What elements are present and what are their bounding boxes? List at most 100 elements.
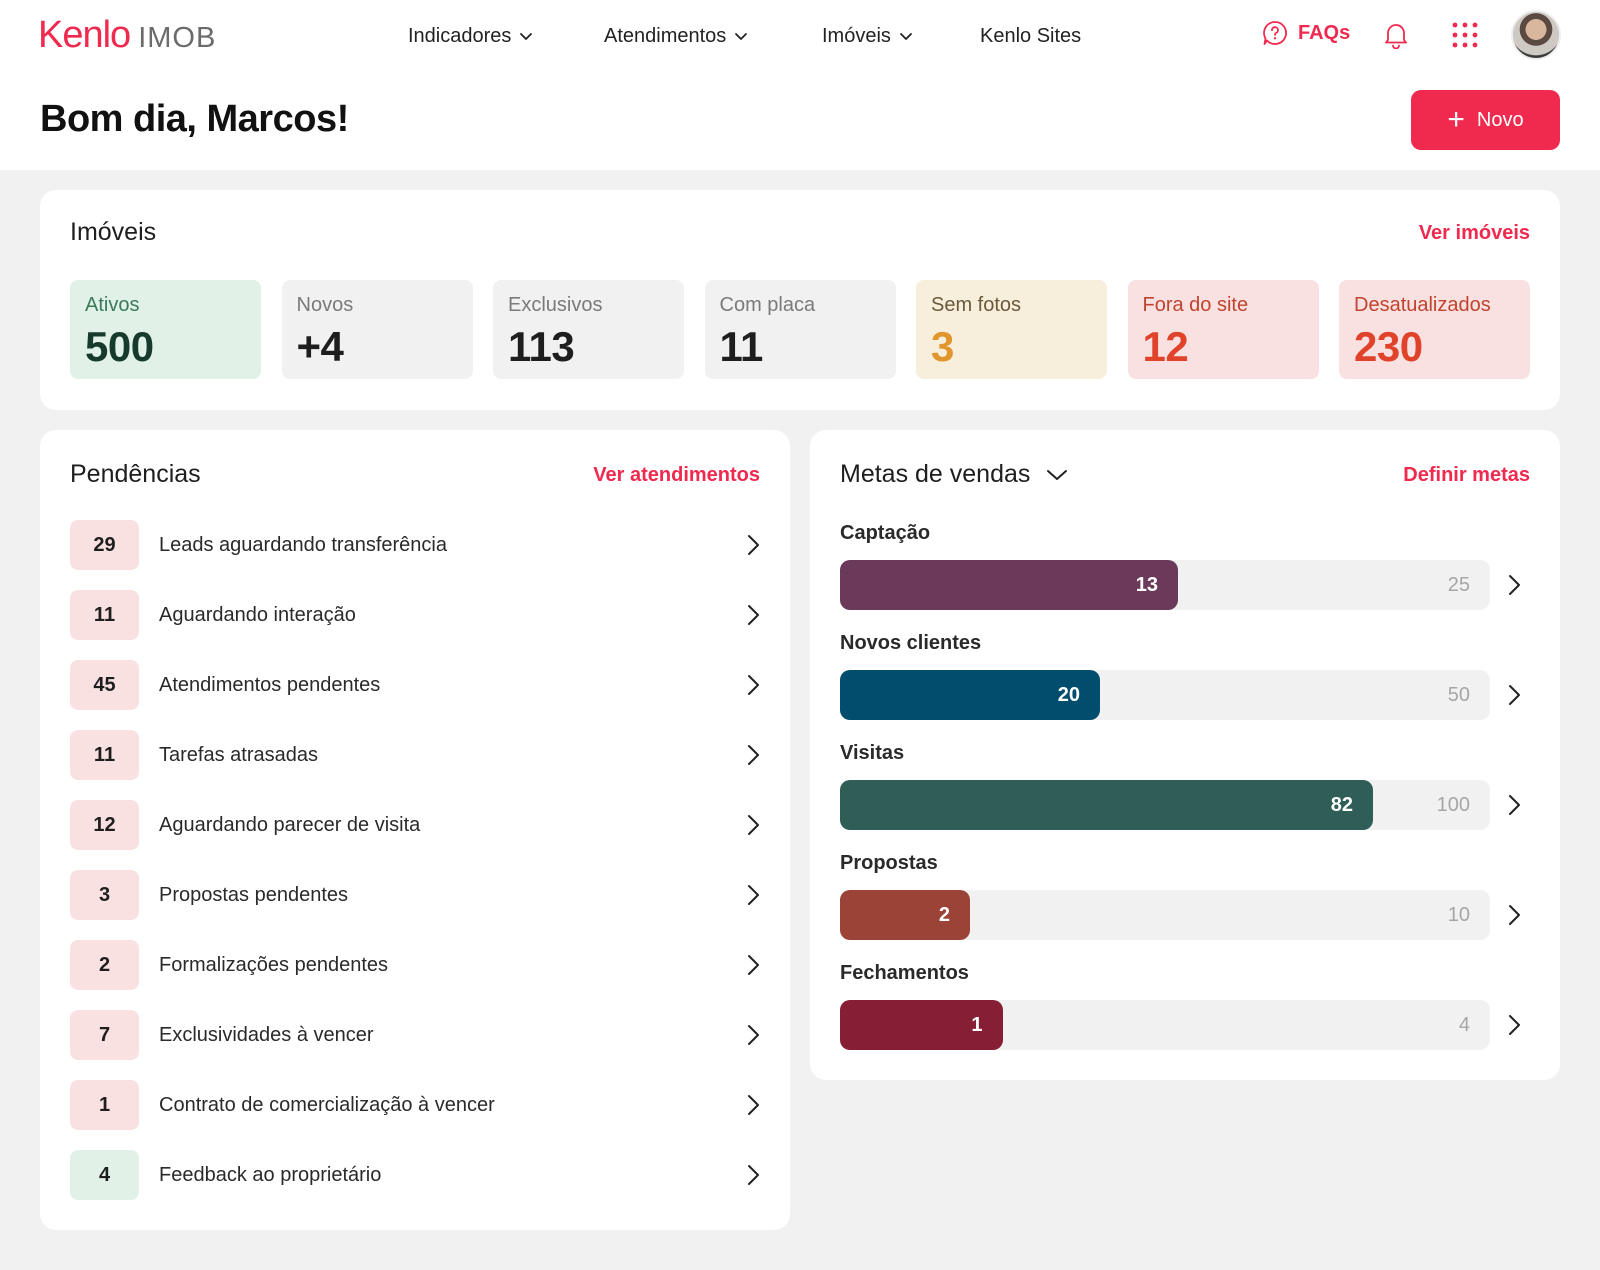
nav-label: Imóveis [822,24,891,47]
meta-target: 25 [1447,573,1470,596]
pendencia-count: 3 [70,870,139,920]
pendencia-label: Formalizações pendentes [159,953,389,976]
metas-title: Metas de vendas [840,460,1031,488]
meta-progress-bar[interactable]: 14 [840,1000,1490,1050]
stat-label: Exclusivos [508,294,603,316]
pendencia-row[interactable]: 4 Feedback ao proprietário [70,1150,760,1200]
nav-indicadores[interactable]: Indicadores [408,22,533,50]
chevron-right-icon [746,604,760,626]
plus-icon: + [1447,103,1465,136]
chevron-right-icon [746,814,760,836]
pendencia-row[interactable]: 11 Aguardando interação [70,590,760,640]
meta-target: 100 [1436,793,1470,816]
meta-value: 2 [938,903,950,926]
stat-label: Novos [296,294,354,316]
faq-link[interactable]: FAQs [1262,20,1350,46]
pendencia-row[interactable]: 29 Leads aguardando transferência [70,520,760,570]
ver-atendimentos-link[interactable]: Ver atendimentos [593,464,760,487]
pendencia-count: 12 [70,800,139,850]
chevron-down-icon [520,33,533,40]
nav-kenlo-sites[interactable]: Kenlo Sites [980,22,1081,50]
bell-icon[interactable] [1383,21,1409,49]
pendencia-label: Exclusividades à vencer [159,1023,374,1046]
meta-progress-bar[interactable]: 2 10 [840,890,1490,940]
chevron-right-icon [746,1164,760,1186]
stat-tile-5[interactable]: Fora do site 12 [1127,280,1319,379]
stat-tile-6[interactable]: Desatualizados 230 [1339,280,1530,379]
stat-label: Fora do site [1142,294,1249,316]
nav-label: Kenlo Sites [980,24,1082,47]
nav-label: Indicadores [408,24,512,47]
pendencia-label: Tarefas atrasadas [159,743,318,766]
meta-value: 1 [971,1013,983,1036]
chevron-right-icon[interactable] [1507,1014,1521,1036]
meta-target: 4 [1458,1013,1470,1036]
chevron-right-icon [746,674,760,696]
pendencia-row[interactable]: 45 Atendimentos pendentes [70,660,760,710]
stat-tile-1[interactable]: Novos +4 [281,280,473,379]
pendencia-row[interactable]: 3 Propostas pendentes [70,870,760,920]
chevron-right-icon[interactable] [1507,574,1521,596]
pendencia-row[interactable]: 7 Exclusividades à vencer [70,1010,760,1060]
ver-imoveis-link[interactable]: Ver imóveis [1419,222,1530,245]
meta-progress-bar[interactable]: 82 100 [840,780,1490,830]
new-button-label: Novo [1476,108,1524,131]
pendencia-row[interactable]: 11 Tarefas atrasadas [70,730,760,780]
stat-label: Sem fotos [931,294,1022,316]
meta-label: Novos clientes [840,632,982,654]
pendencia-count: 29 [70,520,139,570]
meta-progress-fill: 20 [840,670,1100,720]
apps-grid-icon[interactable] [1452,22,1478,48]
chevron-down-icon [735,33,748,40]
chevron-right-icon[interactable] [1507,794,1521,816]
pendencia-row[interactable]: 1 Contrato de comercialização à vencer [70,1080,760,1130]
stat-tile-3[interactable]: Com placa 11 [704,280,896,379]
stat-tile-2[interactable]: Exclusivos 113 [493,280,684,379]
chevron-right-icon [746,1024,760,1046]
meta-progress-fill: 13 [840,560,1178,610]
metas-title-dropdown[interactable]: Metas de vendas [840,460,1068,489]
metas-card: Metas de vendas Definir metas Captação 13… [810,430,1560,1080]
stat-value: 11 [719,323,764,370]
pendencia-label: Aguardando interação [159,603,356,626]
new-button[interactable]: + Novo [1411,90,1560,150]
stat-tile-0[interactable]: Ativos 500 [70,280,261,379]
meta-value: 20 [1057,683,1080,706]
stat-tile-4[interactable]: Sem fotos 3 [916,280,1107,379]
pendencia-count: 2 [70,940,139,990]
definir-metas-link[interactable]: Definir metas [1403,464,1530,487]
meta-target: 50 [1447,683,1470,706]
nav-imoveis[interactable]: Imóveis [822,22,913,50]
pendencia-row[interactable]: 12 Aguardando parecer de visita [70,800,760,850]
top-header: Kenlo IMOB Indicadores Atendimentos Imóv… [0,0,1600,170]
pendencia-row[interactable]: 2 Formalizações pendentes [70,940,760,990]
stat-value: +4 [296,323,344,370]
pendencia-count: 11 [70,730,139,780]
stat-label: Com placa [719,294,816,316]
pendencia-count: 11 [70,590,139,640]
stat-value: 3 [931,323,954,370]
chevron-right-icon[interactable] [1507,684,1521,706]
meta-progress-fill: 2 [840,890,970,940]
meta-progress-fill: 1 [840,1000,1003,1050]
pendencia-count: 4 [70,1150,139,1200]
nav-atendimentos[interactable]: Atendimentos [604,22,748,50]
stat-value: 12 [1142,323,1189,370]
chevron-right-icon [746,954,760,976]
user-avatar[interactable] [1511,10,1561,60]
chevron-right-icon[interactable] [1507,904,1521,926]
chevron-down-icon [1047,469,1068,480]
meta-label: Visitas [840,742,905,764]
kenlo-logo[interactable]: Kenlo IMOB [38,14,216,57]
meta-progress-bar[interactable]: 20 50 [840,670,1490,720]
meta-progress-bar[interactable]: 13 25 [840,560,1490,610]
pendencias-card: Pendências Ver atendimentos 29 Leads agua… [40,430,790,1230]
meta-value: 13 [1135,573,1158,596]
meta-label: Captação [840,522,931,544]
chevron-right-icon [746,1094,760,1116]
stat-value: 230 [1354,323,1423,370]
pendencia-label: Leads aguardando transferência [159,533,447,556]
stat-label: Ativos [85,294,140,316]
pendencia-label: Aguardando parecer de visita [159,813,421,836]
stat-value: 500 [85,323,154,370]
